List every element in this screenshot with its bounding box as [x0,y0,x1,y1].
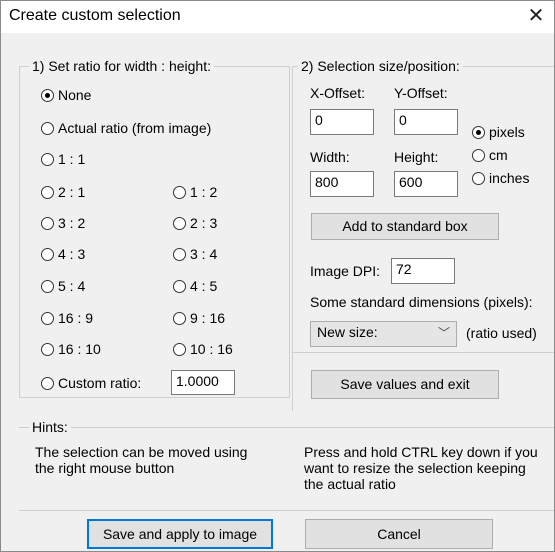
radio-unit-inches[interactable]: inches [472,170,529,186]
radio-indicator [41,247,54,261]
radio-label: 2 : 1 [58,184,86,200]
radio-ratio-1-1[interactable]: 1 : 1 [41,151,85,167]
radio-indicator [472,125,485,139]
radio-label: 1 : 1 [58,151,86,167]
radio-indicator [41,216,54,230]
width-input[interactable]: 800 [310,171,374,197]
hints-legend: Hints: [29,419,71,435]
radio-ratio-custom[interactable]: Custom ratio: [41,375,141,391]
standard-size-select[interactable]: New size: ﹀ [310,321,457,347]
x-offset-input[interactable]: 0 [310,109,374,135]
radio-indicator [472,148,485,162]
radio-indicator [173,279,186,293]
save-values-and-exit-button[interactable]: Save values and exit [311,370,499,399]
radio-ratio-5-4[interactable]: 5 : 4 [41,278,85,294]
radio-indicator [41,279,54,293]
image-dpi-input[interactable]: 72 [391,258,455,284]
save-and-apply-button[interactable]: Save and apply to image [87,519,273,549]
radio-indicator [41,88,54,102]
radio-ratio-16-9[interactable]: 16 : 9 [41,310,93,326]
ratio-group-legend: 1) Set ratio for width : height: [29,58,214,74]
radio-label: 3 : 4 [190,246,218,262]
radio-ratio-4-3[interactable]: 4 : 3 [41,246,85,262]
radio-label: inches [489,170,530,186]
radio-label: pixels [489,124,525,140]
radio-label: 4 : 5 [190,278,218,294]
radio-label: 1 : 2 [190,184,218,200]
radio-ratio-2-3[interactable]: 2 : 3 [173,215,217,231]
dialog-title: Create custom selection [9,7,181,24]
radio-ratio-1-2[interactable]: 1 : 2 [173,184,217,200]
radio-indicator [173,185,186,199]
radio-ratio-actual[interactable]: Actual ratio (from image) [41,120,211,136]
radio-label: 4 : 3 [58,246,86,262]
custom-ratio-input[interactable]: 1.0000 [171,370,235,395]
radio-label: cm [489,147,508,163]
radio-ratio-9-16[interactable]: 9 : 16 [173,310,225,326]
radio-indicator [41,311,54,325]
y-offset-input[interactable]: 0 [394,109,458,135]
radio-label: Custom ratio: [58,375,142,391]
size-group-divider [292,352,554,353]
standard-dimensions-label: Some standard dimensions (pixels): [310,294,533,310]
size-group-left-line [292,66,293,411]
ratio-used-label: (ratio used) [466,325,537,341]
chevron-down-icon: ﹀ [437,326,450,340]
radio-indicator [173,247,186,261]
radio-ratio-none[interactable]: None [41,87,91,103]
radio-ratio-16-10[interactable]: 16 : 10 [41,341,101,357]
radio-label: 3 : 2 [58,215,86,231]
radio-label: 16 : 10 [58,341,101,357]
radio-label: 9 : 16 [190,310,226,326]
width-label: Width: [310,149,350,165]
cancel-button[interactable]: Cancel [305,519,493,549]
image-dpi-label: Image DPI: [310,263,381,279]
radio-ratio-3-2[interactable]: 3 : 2 [41,215,85,231]
size-group-legend: 2) Selection size/position: [298,58,463,74]
radio-indicator [41,185,54,199]
hint-resize-ratio: Press and hold CTRL key down if you want… [304,444,538,492]
radio-indicator [173,216,186,230]
x-offset-label: X-Offset: [310,85,365,101]
radio-label: 16 : 9 [58,310,94,326]
height-input[interactable]: 600 [394,171,458,197]
dialog-window: Create custom selection ✕ 1) Set ratio f… [0,0,555,552]
radio-ratio-2-1[interactable]: 2 : 1 [41,184,85,200]
radio-unit-pixels[interactable]: pixels [472,124,525,140]
radio-ratio-4-5[interactable]: 4 : 5 [173,278,217,294]
radio-indicator [41,376,54,390]
y-offset-label: Y-Offset: [394,85,448,101]
hint-move-selection: The selection can be moved using the rig… [35,444,248,476]
radio-indicator [41,342,54,356]
radio-label: Actual ratio (from image) [58,120,212,136]
close-icon[interactable]: ✕ [524,4,548,28]
radio-indicator [41,121,54,135]
radio-ratio-3-4[interactable]: 3 : 4 [173,246,217,262]
radio-indicator [173,342,186,356]
height-label: Height: [394,149,439,165]
radio-label: None [58,87,92,103]
radio-unit-cm[interactable]: cm [472,147,508,163]
radio-label: 10 : 16 [190,341,233,357]
radio-indicator [41,152,54,166]
radio-label: 2 : 3 [190,215,218,231]
add-to-standard-box-button[interactable]: Add to standard box [311,213,499,240]
radio-indicator [173,311,186,325]
title-bar[interactable]: Create custom selection ✕ [1,1,554,33]
standard-size-value: New size: [317,324,378,340]
radio-label: 5 : 4 [58,278,86,294]
radio-ratio-10-16[interactable]: 10 : 16 [173,341,233,357]
radio-indicator [472,171,485,185]
